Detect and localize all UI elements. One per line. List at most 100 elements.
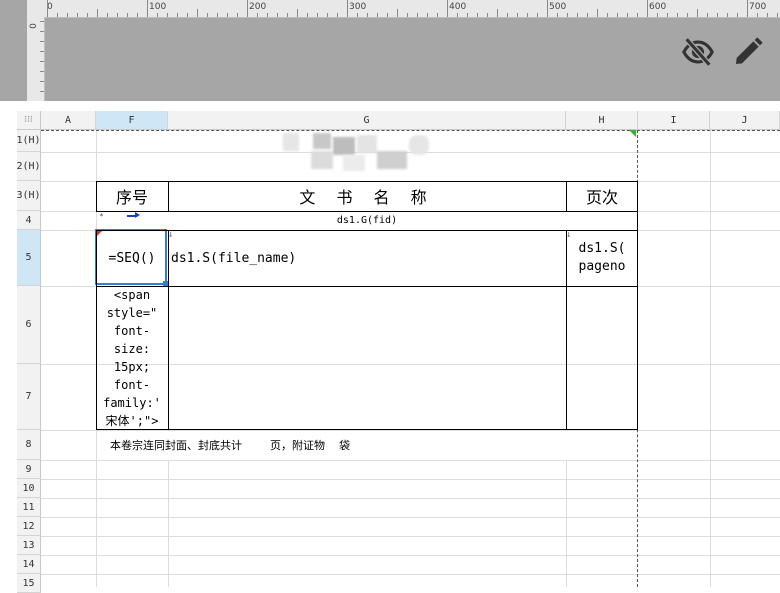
report-grid[interactable]: ⁝⁝⁝ A F G H I J 1(H) 2(H) 3(H) 4 5 6 7 8… <box>16 111 780 593</box>
row-header[interactable]: 4 <box>17 211 41 230</box>
ruler-tick <box>367 13 368 17</box>
pencil-icon[interactable] <box>728 32 768 72</box>
ruler-label: 100 <box>149 2 167 12</box>
ruler-tick <box>67 13 68 17</box>
ruler-tick <box>707 13 708 17</box>
row-header[interactable]: 9 <box>17 460 41 479</box>
ruler-label: 300 <box>349 2 367 12</box>
select-all-corner[interactable]: ⁝⁝⁝ <box>17 111 41 130</box>
ruler-tick <box>727 13 728 17</box>
ruler-tick <box>607 13 608 17</box>
footer-note-cell[interactable]: 本卷宗连同封面、封底共计 页，附证物 袋 <box>96 430 638 460</box>
html-text-cell[interactable]: <span style=" font- size: 15px; font- fa… <box>96 286 168 430</box>
table-border <box>96 230 97 430</box>
ruler-tick <box>437 13 438 17</box>
row-header[interactable]: 6 <box>17 286 41 364</box>
row-header[interactable]: 5 <box>17 230 41 286</box>
ruler-tick <box>597 9 598 17</box>
row-header[interactable]: 12 <box>17 517 41 536</box>
ruler-tick <box>107 13 108 17</box>
ruler-tick <box>587 13 588 17</box>
row-header[interactable]: 10 <box>17 479 41 498</box>
header-name-cell[interactable]: 文 书 名 称 <box>168 181 566 211</box>
column-header-i[interactable]: I <box>638 111 710 130</box>
column-header-g[interactable]: G <box>168 111 566 130</box>
ruler-tick <box>257 13 258 17</box>
column-header-a[interactable]: A <box>41 111 96 130</box>
ruler-tick <box>207 13 208 17</box>
row-header[interactable]: 7 <box>17 364 41 430</box>
ruler-tick <box>677 13 678 17</box>
table-border <box>96 286 638 287</box>
column-header-f[interactable]: F <box>96 111 168 130</box>
grid-line <box>41 574 780 575</box>
redacted-title <box>409 135 429 155</box>
column-header-h[interactable]: H <box>566 111 638 130</box>
empty-content-cell[interactable] <box>168 286 566 430</box>
table-border <box>96 211 638 212</box>
ruler-tick <box>717 13 718 17</box>
ruler-tick <box>447 0 448 17</box>
table-border <box>637 181 638 430</box>
ruler-tick <box>40 31 44 32</box>
ruler-tick <box>547 0 548 17</box>
ruler-tick <box>40 51 44 52</box>
row-header[interactable]: 13 <box>17 536 41 555</box>
row-header[interactable]: 2(H) <box>16 152 41 181</box>
ruler-tick <box>40 41 44 42</box>
grid-line <box>41 460 780 461</box>
row-header[interactable]: 8 <box>17 430 41 460</box>
ruler-tick <box>417 13 418 17</box>
file-name-cell[interactable]: ds1.S(file_name) <box>168 230 566 286</box>
redacted-title <box>313 133 331 149</box>
ruler-tick <box>307 13 308 17</box>
grid-line <box>41 555 780 556</box>
ruler-tick <box>377 13 378 17</box>
empty-content-cell[interactable] <box>566 286 638 430</box>
eye-off-icon[interactable] <box>678 32 718 72</box>
ruler-tick <box>477 13 478 17</box>
grid-line <box>41 517 780 518</box>
ruler-label: 500 <box>549 2 567 12</box>
ruler-tick <box>167 13 168 17</box>
row-header[interactable]: 3(H) <box>16 181 41 211</box>
ruler-label: 0 <box>28 23 39 29</box>
table-border <box>96 429 638 430</box>
ruler-tick <box>627 13 628 17</box>
ruler-tick <box>617 13 618 17</box>
ruler-tick <box>397 9 398 17</box>
page-number-cell[interactable]: ds1.S( pageno <box>566 230 638 286</box>
ruler-tick <box>557 13 558 17</box>
ruler-tick <box>527 13 528 17</box>
ruler-tick <box>407 13 408 17</box>
ruler-tick <box>637 13 638 17</box>
selected-cell-outline[interactable] <box>95 229 167 285</box>
ruler-tick <box>297 9 298 17</box>
ruler-tick <box>117 13 118 17</box>
row-header[interactable]: 1(H) <box>16 130 41 152</box>
dataset-group-cell[interactable]: ds1.G(fid) <box>96 211 638 230</box>
redacted-title <box>377 151 407 169</box>
header-page-cell[interactable]: 页次 <box>566 181 638 211</box>
row-header[interactable]: 15 <box>17 574 41 593</box>
ruler-tick <box>40 61 44 62</box>
left-strip <box>0 101 17 587</box>
column-header-j[interactable]: J <box>710 111 780 130</box>
ruler-label: 600 <box>649 2 667 12</box>
ruler-tick <box>357 13 358 17</box>
row-header[interactable]: 11 <box>17 498 41 517</box>
ruler-tick <box>427 13 428 17</box>
ruler-tick <box>337 13 338 17</box>
grid-line <box>710 130 711 587</box>
redacted-title <box>283 133 299 151</box>
grid-line <box>41 536 780 537</box>
row-header[interactable]: 14 <box>17 555 41 574</box>
ruler-tick <box>267 13 268 17</box>
ruler-tick <box>227 13 228 17</box>
table-border <box>96 181 97 211</box>
ruler-tick <box>577 13 578 17</box>
ruler-tick <box>517 13 518 17</box>
arrow-head-icon <box>135 212 140 218</box>
horizontal-ruler: 0 100 200 300 400 500 600 700 <box>27 0 780 18</box>
header-seq-cell[interactable]: 序号 <box>96 181 168 211</box>
